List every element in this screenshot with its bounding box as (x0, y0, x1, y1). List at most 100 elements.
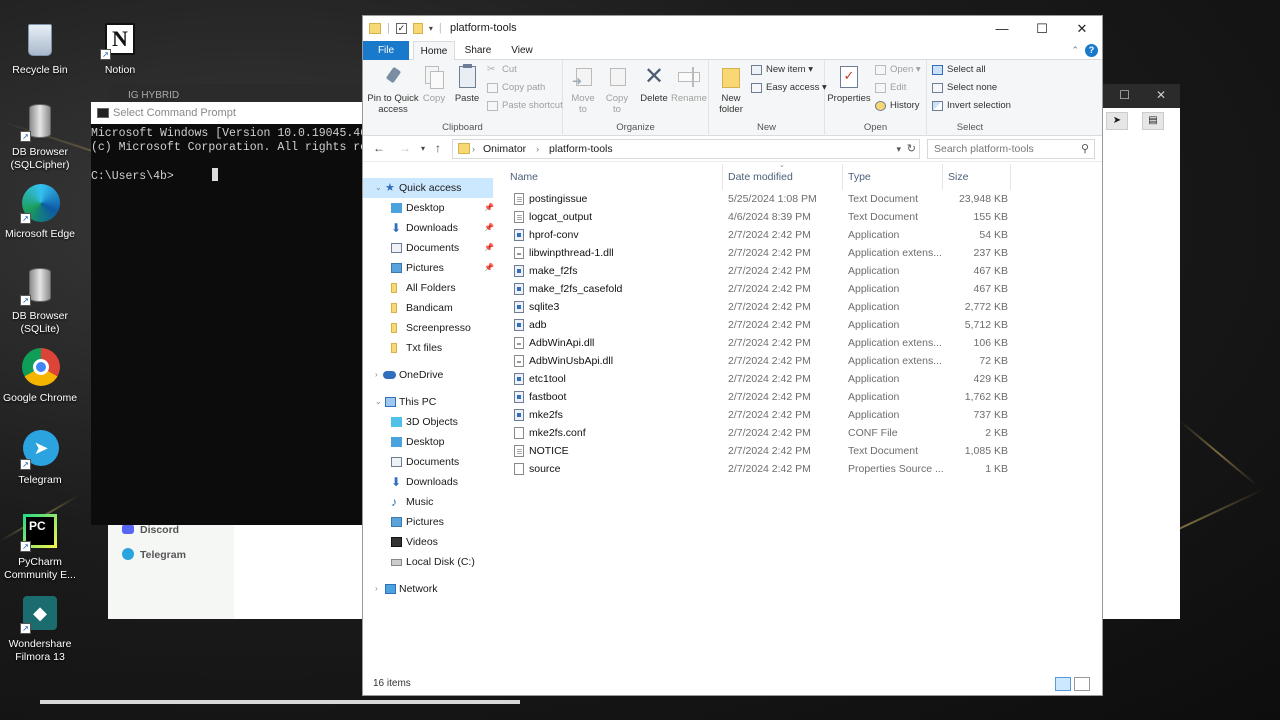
nav-item-screenpresso[interactable]: Screenpresso (363, 318, 493, 338)
chevron-down-icon[interactable]: ▾ (429, 24, 433, 33)
refresh-icon[interactable]: ↻ (907, 140, 916, 158)
table-row[interactable]: make_f2fs_casefold 2/7/2024 2:42 PM Applic… (505, 280, 1103, 298)
minimize-button[interactable]: — (982, 16, 1022, 41)
desktop-icon-db-browser-sqlcipher[interactable]: ↗ DB Browser (SQLCipher) (2, 102, 78, 172)
up-button[interactable]: ↑ (435, 141, 441, 155)
pin-to-quick-access-button[interactable]: Pin to Quick access (367, 64, 419, 115)
nav-item-documents[interactable]: Documents 📌 (363, 238, 494, 258)
select-all-button[interactable]: Select all (932, 62, 986, 78)
table-row[interactable]: hprof-conv 2/7/2024 2:42 PM Application 54 … (505, 226, 1103, 244)
nav-item-music[interactable]: ♪ Music (363, 492, 493, 512)
table-row[interactable]: mke2fs.conf 2/7/2024 2:42 PM CONF File 2 KB (505, 424, 1103, 442)
maximize-icon[interactable]: ☐ (1119, 88, 1130, 102)
tab-home[interactable]: Home (413, 41, 455, 61)
desktop-icon-telegram[interactable]: ➤ ↗ Telegram (2, 430, 78, 487)
nav-item-quick-access[interactable]: ⌄ ★ Quick access (363, 178, 493, 198)
forward-button[interactable]: → (399, 141, 411, 155)
copy-path-button[interactable]: Copy path (487, 80, 545, 96)
tab-file[interactable]: File (363, 41, 409, 60)
desktop-icon-filmora[interactable]: ◆ ↗ Wondershare Filmora 13 (2, 594, 78, 664)
nav-item-pc-desktop[interactable]: Desktop (363, 432, 493, 452)
nav-item-network[interactable]: › Network (363, 579, 493, 599)
column-header-name[interactable]: Name (510, 171, 538, 183)
chevron-down-icon[interactable]: ▾ (896, 140, 901, 158)
table-row[interactable]: postingissue 5/25/2024 1:08 PM Text Docume… (505, 190, 1103, 208)
table-row[interactable]: NOTICE 2/7/2024 2:42 PM Text Document 1,085… (505, 442, 1103, 460)
details-view-icon[interactable] (1055, 677, 1071, 691)
nav-item-downloads[interactable]: ⬇ Downloads 📌 (363, 218, 494, 238)
large-icons-view-icon[interactable] (1074, 677, 1090, 691)
address-bar[interactable]: › Onimator › platform-tools ▾ ↻ (452, 139, 920, 159)
document-icon[interactable]: ▤ (1142, 112, 1164, 130)
nav-item-pictures[interactable]: Pictures 📌 (363, 258, 494, 278)
desktop-icon-edge[interactable]: ↗ Microsoft Edge (2, 184, 78, 241)
nav-item-txt-files[interactable]: Txt files (363, 338, 493, 358)
nav-item-onedrive[interactable]: › OneDrive (363, 365, 493, 385)
invert-selection-button[interactable]: Invert selection (932, 98, 1011, 114)
nav-item-pc-documents[interactable]: Documents (363, 452, 493, 472)
copy-to-button[interactable]: Copy to (601, 64, 633, 115)
desktop-icon-pycharm[interactable]: PC ↗ PyCharm Community E... (2, 512, 78, 582)
open-button[interactable]: Open ▾ (875, 62, 921, 78)
cmd-output[interactable]: Microsoft Windows [Version 10.0.19045.46… (91, 124, 363, 183)
nav-item-local-disk[interactable]: Local Disk (C:) (363, 552, 493, 572)
table-row[interactable]: sqlite3 2/7/2024 2:42 PM Application 2,772 … (505, 298, 1103, 316)
maximize-button[interactable]: ☐ (1022, 16, 1062, 41)
nav-item-bandicam[interactable]: Bandicam (363, 298, 493, 318)
tab-view[interactable]: View (503, 41, 541, 60)
file-explorer-window[interactable]: | ✓ ▾ | platform-tools — ☐ ✕ File Home S… (362, 15, 1103, 696)
recent-locations-chevron-icon[interactable]: ▾ (421, 144, 425, 153)
close-icon[interactable]: ✕ (1156, 88, 1166, 102)
rename-button[interactable]: Rename (671, 64, 707, 104)
table-row[interactable]: logcat_output 4/6/2024 8:39 PM Text Docume… (505, 208, 1103, 226)
table-row[interactable]: source 2/7/2024 2:42 PM Properties Source … (505, 460, 1103, 478)
nav-item-all-folders[interactable]: All Folders (363, 278, 493, 298)
nav-item-videos[interactable]: Videos (363, 532, 493, 552)
table-row[interactable]: AdbWinApi.dll 2/7/2024 2:42 PM Application… (505, 334, 1103, 352)
properties-check-icon[interactable]: ✓ (395, 22, 407, 34)
column-header-type[interactable]: Type (848, 171, 871, 183)
close-button[interactable]: ✕ (1062, 16, 1102, 41)
feedback-icon[interactable]: ➤ (1106, 112, 1128, 130)
table-row[interactable]: fastboot 2/7/2024 2:42 PM Application 1,762… (505, 388, 1103, 406)
new-folder-icon[interactable] (412, 22, 423, 34)
desktop-icon-chrome[interactable]: Google Chrome (2, 348, 78, 405)
sidebar-item-telegram[interactable]: Telegram (122, 548, 186, 561)
copy-button[interactable]: Copy (419, 64, 449, 104)
breadcrumb-onimator[interactable]: Onimator (483, 143, 526, 155)
select-none-button[interactable]: Select none (932, 80, 997, 96)
cut-button[interactable]: ✂ Cut (487, 62, 517, 78)
back-button[interactable]: ← (373, 141, 385, 155)
nav-item-pc-downloads[interactable]: ⬇ Downloads (363, 472, 493, 492)
desktop-icon-db-browser-sqlite[interactable]: ↗ DB Browser (SQLite) (2, 266, 78, 336)
table-row[interactable]: etc1tool 2/7/2024 2:42 PM Application 429 K… (505, 370, 1103, 388)
column-header-size[interactable]: Size (948, 171, 968, 183)
move-to-button[interactable]: ➜ Move to (567, 64, 599, 115)
table-row[interactable]: libwinpthread-1.dll 2/7/2024 2:42 PM Appli… (505, 244, 1103, 262)
new-item-button[interactable]: New item ▾ (751, 62, 813, 78)
paste-shortcut-button[interactable]: Paste shortcut (487, 98, 563, 114)
tab-share[interactable]: Share (459, 41, 497, 60)
nav-item-desktop[interactable]: Desktop 📌 (363, 198, 494, 218)
new-folder-button[interactable]: New folder (713, 64, 749, 115)
table-row[interactable]: make_f2fs 2/7/2024 2:42 PM Application 467 … (505, 262, 1103, 280)
edit-button[interactable]: Edit (875, 80, 906, 96)
command-prompt-window[interactable]: Select Command Prompt Microsoft Windows … (91, 102, 363, 525)
nav-item-pc-pictures[interactable]: Pictures (363, 512, 493, 532)
properties-button[interactable]: ✓ Properties (827, 64, 871, 104)
breadcrumb-platform-tools[interactable]: platform-tools (549, 143, 613, 155)
paste-button[interactable]: Paste (451, 64, 483, 104)
column-header-date[interactable]: Date modified (728, 171, 793, 183)
table-row[interactable]: adb 2/7/2024 2:42 PM Application 5,712 KB (505, 316, 1103, 334)
easy-access-button[interactable]: Easy access ▾ (751, 80, 827, 96)
table-row[interactable]: AdbWinUsbApi.dll 2/7/2024 2:42 PM Applicat… (505, 352, 1103, 370)
sidebar-item-discord[interactable]: Discord (122, 524, 179, 536)
desktop-icon-recycle-bin[interactable]: Recycle Bin (2, 20, 78, 77)
nav-item-this-pc[interactable]: ⌄ This PC (363, 392, 493, 412)
table-row[interactable]: mke2fs 2/7/2024 2:42 PM Application 737 KB (505, 406, 1103, 424)
delete-button[interactable]: ✕ Delete (637, 64, 671, 105)
desktop-icon-notion[interactable]: N ↗ Notion (82, 20, 158, 77)
nav-item-3d-objects[interactable]: 3D Objects (363, 412, 493, 432)
history-button[interactable]: History (875, 98, 920, 114)
help-icon[interactable]: ? (1085, 44, 1098, 57)
